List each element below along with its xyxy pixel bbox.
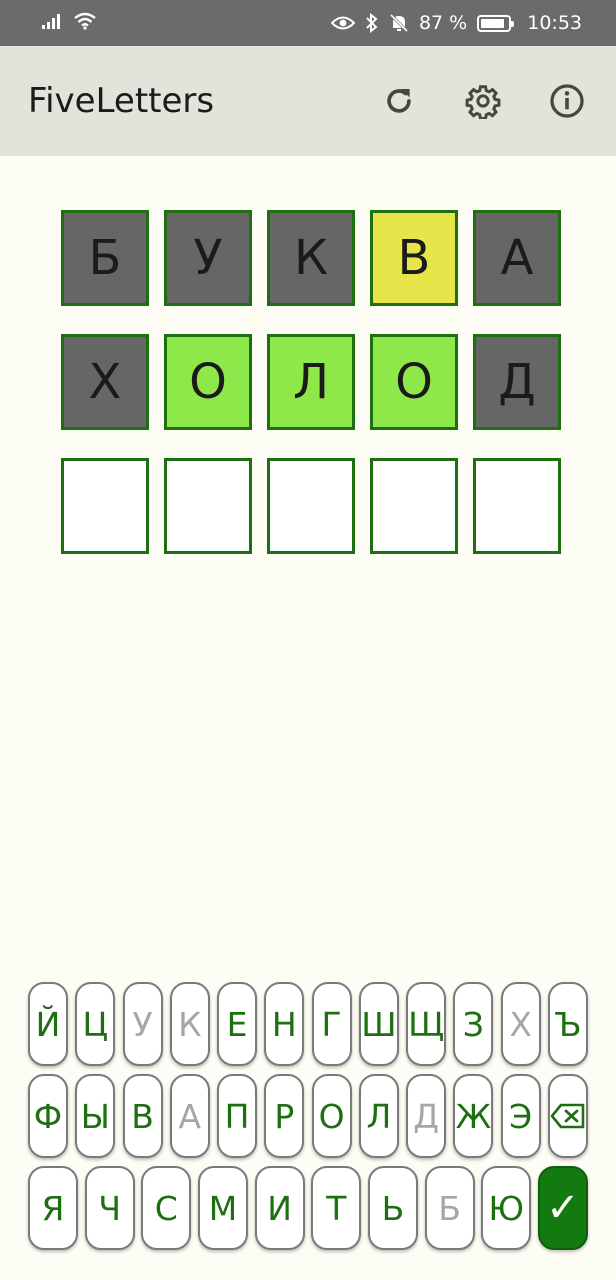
key[interactable]: Щ [406,982,447,1066]
bell-off-icon [389,13,409,33]
bluetooth-icon [365,13,379,33]
key[interactable]: З [453,982,494,1066]
key[interactable]: Ш [358,982,399,1066]
settings-icon[interactable] [464,82,502,120]
tile [473,458,561,554]
eye-icon [330,15,355,31]
app-title: FiveLetters [28,81,215,121]
key[interactable]: Т [311,1166,362,1250]
key[interactable]: П [217,1074,258,1158]
tile: К [267,210,355,306]
on-screen-keyboard: Й Ц У К Е Н Г Ш Щ З Х Ъ Ф Ы В А П Р О Л … [28,982,588,1250]
tile [164,458,252,554]
tile: Д [473,334,561,430]
key[interactable]: М [197,1166,248,1250]
clock: 10:53 [527,12,582,34]
key[interactable]: Х [500,982,541,1066]
key[interactable]: А [169,1074,210,1158]
keyboard-row-3: Я Ч С М И Т Ь Б Ю ✓ [28,1166,588,1250]
board-row-1: Б У К В А [61,210,561,306]
key[interactable]: Р [264,1074,305,1158]
key[interactable]: Ч [84,1166,135,1250]
key[interactable]: Д [406,1074,447,1158]
key[interactable]: Ц [75,982,116,1066]
key[interactable]: У [122,982,163,1066]
tile: Б [61,210,149,306]
key[interactable]: О [311,1074,352,1158]
key[interactable]: В [122,1074,163,1158]
info-icon[interactable] [548,82,586,120]
tile: Л [267,334,355,430]
key[interactable]: С [141,1166,192,1250]
keyboard-row-1: Й Ц У К Е Н Г Ш Щ З Х Ъ [28,982,588,1066]
key[interactable]: Ъ [547,982,588,1066]
backspace-icon [550,1103,586,1129]
key[interactable]: Ф [28,1074,68,1158]
key[interactable]: Ь [367,1166,418,1250]
key[interactable]: Ю [481,1166,532,1250]
tile [370,458,458,554]
enter-key[interactable]: ✓ [537,1166,588,1250]
tile: В [370,210,458,306]
key[interactable]: Е [217,982,258,1066]
key[interactable]: Б [424,1166,475,1250]
key[interactable]: Э [500,1074,541,1158]
tile [267,458,355,554]
game-board: Б У К В А Х О Л О Д [61,210,561,554]
board-row-2: Х О Л О Д [61,334,561,430]
app-bar: FiveLetters [0,46,616,156]
backspace-key[interactable] [547,1074,588,1158]
tile: Х [61,334,149,430]
wifi-icon [74,12,96,35]
key[interactable]: Ы [75,1074,116,1158]
tile: О [370,334,458,430]
key[interactable]: Н [264,982,305,1066]
tile: О [164,334,252,430]
keyboard-row-2: Ф Ы В А П Р О Л Д Ж Э [28,1074,588,1158]
tile: А [473,210,561,306]
status-bar: 87 % 10:53 [0,0,616,46]
key[interactable]: Я [28,1166,78,1250]
refresh-icon[interactable] [380,82,418,120]
tile [61,458,149,554]
tile: У [164,210,252,306]
key[interactable]: Л [358,1074,399,1158]
signal-icon [42,12,64,34]
key[interactable]: Г [311,982,352,1066]
key[interactable]: И [254,1166,305,1250]
key[interactable]: Ж [453,1074,494,1158]
key[interactable]: Й [28,982,68,1066]
key[interactable]: К [169,982,210,1066]
battery-icon [477,14,515,32]
board-row-3 [61,458,561,554]
battery-percent: 87 % [418,12,468,34]
